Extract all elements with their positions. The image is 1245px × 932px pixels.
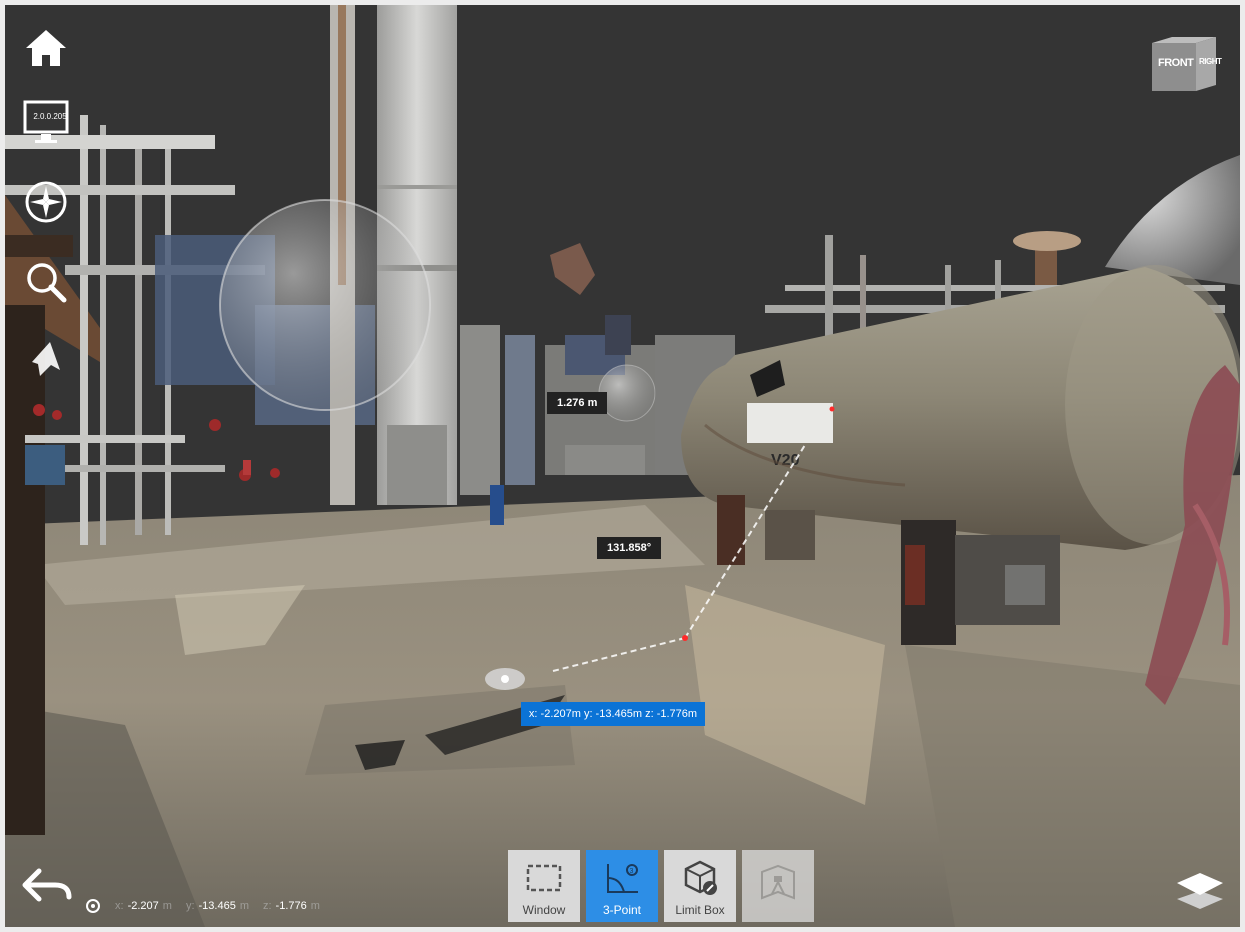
zoom-button[interactable] bbox=[19, 255, 73, 309]
view-cube[interactable]: FRONT RIGHT bbox=[1150, 33, 1222, 95]
status-z: z: -1.776 m bbox=[263, 900, 320, 912]
svg-text:3: 3 bbox=[630, 868, 634, 875]
status-x: x: -2.207 m bbox=[115, 900, 172, 912]
view-cube-right-label[interactable]: RIGHT bbox=[1199, 57, 1222, 66]
window-select-tool[interactable]: Window bbox=[508, 850, 580, 922]
window-select-label: Window bbox=[522, 903, 566, 917]
coordinate-tooltip: x: -2.207m y: -13.465m z: -1.776m bbox=[521, 702, 705, 726]
monitor-icon: 2.0.0.205 bbox=[23, 100, 69, 144]
walk-cursor-icon bbox=[32, 342, 60, 376]
coordinate-status-bar: x: -2.207 m y: -13.465 m z: -1.776 m bbox=[85, 895, 320, 917]
limit-box-label: Limit Box bbox=[675, 903, 725, 917]
three-point-tool[interactable]: 3 3-Point bbox=[586, 850, 658, 922]
status-x-value: -2.207 bbox=[127, 900, 159, 912]
angle-label: 131.858° bbox=[597, 537, 662, 559]
distance-label: 1.276 m bbox=[547, 392, 608, 414]
status-z-unit: m bbox=[310, 900, 320, 912]
magnifier-icon bbox=[27, 263, 67, 303]
home-icon bbox=[26, 30, 66, 66]
version-text: 2.0.0.205 bbox=[33, 112, 67, 121]
version-display-button[interactable]: 2.0.0.205 bbox=[19, 95, 73, 149]
three-point-angle-icon: 3 bbox=[607, 864, 638, 893]
status-y: y: -13.465 m bbox=[186, 900, 249, 912]
status-z-key: z: bbox=[262, 900, 272, 912]
tool-palette: Window 3 3-Point Limit Box bbox=[508, 850, 814, 922]
point-cloud-scene[interactable]: V20 bbox=[5, 5, 1240, 927]
compass-icon bbox=[25, 181, 67, 223]
layers-icon bbox=[1177, 873, 1223, 909]
back-button[interactable] bbox=[21, 865, 75, 905]
view-cube-front-label[interactable]: FRONT bbox=[1158, 57, 1194, 69]
home-button[interactable] bbox=[19, 21, 73, 75]
target-icon bbox=[86, 899, 100, 913]
limit-box-icon bbox=[684, 860, 717, 895]
status-x-key: x: bbox=[115, 900, 124, 912]
scan-station-tool[interactable] bbox=[742, 850, 814, 922]
limit-box-tool[interactable]: Limit Box bbox=[664, 850, 736, 922]
status-z-value: -1.776 bbox=[275, 900, 307, 912]
point-cloud-viewport[interactable]: V20 2.0.0.205 FRONT RIGHT 1.276 m 131.85… bbox=[5, 5, 1240, 927]
status-x-unit: m bbox=[162, 900, 172, 912]
walk-button[interactable] bbox=[19, 333, 73, 387]
window-select-icon bbox=[526, 864, 562, 892]
status-y-value: -13.465 bbox=[198, 900, 236, 912]
status-y-key: y: bbox=[185, 900, 195, 912]
three-point-label: 3-Point bbox=[602, 903, 642, 917]
layers-button[interactable] bbox=[1173, 869, 1227, 913]
scan-station-icon bbox=[761, 864, 795, 900]
navigation-button[interactable] bbox=[19, 175, 73, 229]
status-y-unit: m bbox=[239, 900, 249, 912]
back-arrow-icon bbox=[22, 868, 72, 902]
